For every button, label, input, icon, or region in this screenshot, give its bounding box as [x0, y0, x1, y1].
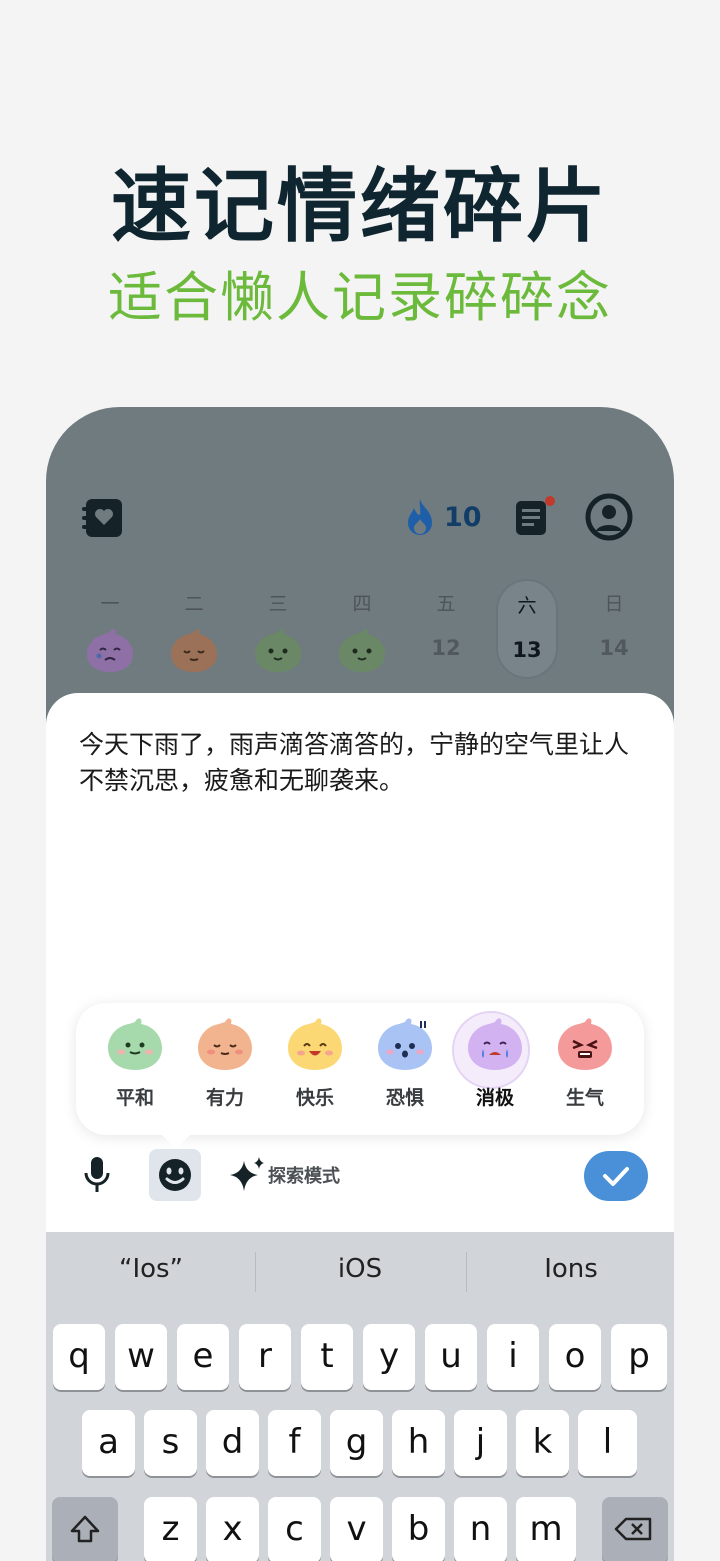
key[interactable]: o [549, 1324, 601, 1390]
key[interactable]: q [53, 1324, 105, 1390]
key[interactable]: t [301, 1324, 353, 1390]
mood-option-happy[interactable]: 快乐 [270, 1015, 360, 1110]
entry-sheet: 今天下雨了，雨声滴答滴答的，宁静的空气里让人不禁沉思，疲惫和无聊袭来。 平和 有… [46, 693, 674, 1233]
day-label: 三 [268, 593, 288, 615]
delete-key[interactable] [602, 1497, 668, 1561]
keyboard: “Ios” iOS Ions q w e r t y u i o p a s d… [46, 1232, 674, 1561]
mood-label: 快乐 [295, 1087, 334, 1109]
sparkle-icon [230, 1157, 264, 1191]
mood-option-fear[interactable]: 恐惧 [360, 1015, 450, 1110]
suggestion-1[interactable]: “Ios” [46, 1254, 256, 1284]
key[interactable]: j [454, 1410, 507, 1476]
microphone-icon[interactable] [81, 1155, 113, 1199]
backspace-icon [614, 1517, 652, 1541]
mood-label: 平和 [115, 1087, 154, 1109]
entry-toolbar: 探索模式 [46, 1149, 674, 1219]
key[interactable]: b [392, 1497, 445, 1561]
day-label: 五 [436, 593, 456, 615]
smile-face-icon [255, 629, 301, 672]
day-wed[interactable]: 三 [236, 579, 320, 679]
mood-label: 消极 [475, 1087, 514, 1109]
shift-key[interactable] [52, 1497, 118, 1561]
emoji-face-icon [159, 1159, 191, 1191]
streak-count: 10 [444, 501, 482, 533]
day-tue[interactable]: 二 [152, 579, 236, 679]
checkmark-icon [603, 1167, 629, 1186]
day-number: 12 [431, 636, 461, 660]
user-profile-icon[interactable] [585, 493, 633, 545]
key[interactable]: w [115, 1324, 167, 1390]
confirm-button[interactable] [584, 1151, 648, 1201]
day-fri[interactable]: 五 12 [404, 579, 488, 679]
day-sat-selected[interactable]: 六 13 [496, 579, 558, 679]
day-label: 六 [517, 595, 537, 617]
mood-option-peaceful[interactable]: 平和 [90, 1015, 180, 1110]
key[interactable]: r [239, 1324, 291, 1390]
key[interactable]: m [516, 1497, 576, 1561]
cry-face-icon [87, 629, 133, 672]
day-sun[interactable]: 日 14 [572, 579, 656, 679]
suggestion-3[interactable]: Ions [466, 1254, 674, 1284]
suggestion-bar: “Ios” iOS Ions [46, 1232, 674, 1310]
negative-face-icon [468, 1018, 522, 1070]
mood-option-angry[interactable]: 生气 [540, 1015, 630, 1110]
angry-face-icon [558, 1018, 612, 1070]
key[interactable]: d [206, 1410, 259, 1476]
mood-label: 有力 [205, 1087, 244, 1109]
subline: 适合懒人记录碎碎念 [108, 266, 612, 329]
key[interactable]: z [144, 1497, 197, 1561]
week-strip: 一 二 三 四 五 12 六 13 日 14 [68, 579, 658, 679]
day-thu[interactable]: 四 [320, 579, 404, 679]
key[interactable]: n [454, 1497, 507, 1561]
explore-mode-button[interactable]: 探索模式 [228, 1155, 340, 1195]
peaceful-face-icon [108, 1018, 162, 1070]
suggestion-2[interactable]: iOS [255, 1254, 465, 1284]
key[interactable]: v [330, 1497, 383, 1561]
key[interactable]: s [144, 1410, 197, 1476]
mood-option-negative[interactable]: 消极 [450, 1011, 540, 1110]
key[interactable]: u [425, 1324, 477, 1390]
emoji-button[interactable] [149, 1149, 201, 1201]
note-text-area[interactable]: 今天下雨了，雨声滴答滴答的，宁静的空气里让人不禁沉思，疲惫和无聊袭来。 [79, 727, 649, 799]
day-mon[interactable]: 一 [68, 579, 152, 679]
key[interactable]: h [392, 1410, 445, 1476]
scroll-list-icon[interactable] [512, 495, 556, 543]
day-label: 一 [100, 593, 120, 615]
day-label: 日 [604, 593, 624, 615]
key[interactable]: e [177, 1324, 229, 1390]
key[interactable]: f [268, 1410, 321, 1476]
energetic-face-icon [198, 1018, 252, 1070]
key[interactable]: c [268, 1497, 321, 1561]
day-number: 14 [599, 636, 629, 660]
key[interactable]: y [363, 1324, 415, 1390]
day-label: 四 [352, 593, 372, 615]
key[interactable]: p [611, 1324, 667, 1390]
fear-face-icon [378, 1018, 432, 1070]
key[interactable]: x [206, 1497, 259, 1561]
streak-counter[interactable]: 10 [402, 497, 482, 537]
day-number: 13 [512, 638, 542, 662]
phone-frame: 10 一 二 三 四 五 12 六 13 日 14 今天下雨了，雨声滴答滴答的，… [46, 407, 674, 1561]
key[interactable]: i [487, 1324, 539, 1390]
top-bar: 10 一 二 三 四 五 12 六 13 日 14 [46, 407, 674, 697]
key[interactable]: l [578, 1410, 637, 1476]
day-label: 二 [184, 593, 204, 615]
flame-icon [408, 499, 432, 535]
mood-picker: 平和 有力 快乐 恐惧 消极 生气 [76, 1003, 644, 1149]
mood-label: 生气 [565, 1087, 604, 1109]
app-promo-page: 速记情绪碎片 适合懒人记录碎碎念 10 一 二 三 四 五 12 六 13 日 … [0, 0, 720, 1561]
key[interactable]: g [330, 1410, 383, 1476]
shift-icon [70, 1515, 100, 1543]
happy-face-icon [288, 1018, 342, 1070]
journal-heart-icon[interactable] [80, 495, 126, 545]
key[interactable]: a [82, 1410, 135, 1476]
mood-option-energetic[interactable]: 有力 [180, 1015, 270, 1110]
mood-label: 恐惧 [385, 1087, 424, 1109]
explore-label: 探索模式 [268, 1166, 340, 1187]
calm-face-icon [171, 629, 217, 672]
headline: 速记情绪碎片 [111, 160, 609, 253]
smile-face-icon [339, 629, 385, 672]
key[interactable]: k [516, 1410, 569, 1476]
